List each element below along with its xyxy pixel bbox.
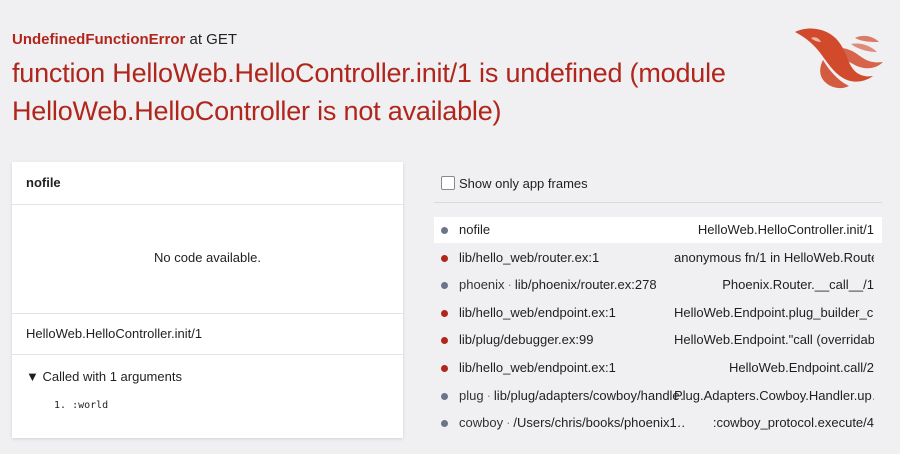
frame-separator: · <box>506 415 511 431</box>
argument-index: 1. <box>54 400 67 411</box>
error-message: function HelloWeb.HelloController.init/1… <box>12 58 726 126</box>
frame-location: lib/hello_web/endpoint.ex:1 <box>459 304 616 320</box>
frame-function: anonymous fn/1 in HelloWeb.Route… <box>674 249 874 265</box>
code-file-name: nofile <box>12 162 403 205</box>
frame-dot-icon <box>441 364 448 372</box>
frame-function: :cowboy_protocol.execute/4 <box>712 415 874 431</box>
frame-dot-icon <box>441 282 448 290</box>
arguments-section: ▼ Called with 1 arguments 1. :world <box>12 355 403 413</box>
show-app-frames-checkbox[interactable] <box>441 176 455 190</box>
arguments-toggle-label: Called with 1 arguments <box>42 369 182 384</box>
frame-location: lib/plug/debugger.ex:99 <box>459 332 594 348</box>
frame-function: HelloWeb.Endpoint.call/2 <box>728 359 874 375</box>
frame-function: Phoenix.Router.__call__/1 <box>722 277 874 293</box>
no-code-message: No code available. <box>12 205 403 314</box>
frame-function: HelloWeb.HelloController.init/1 <box>697 222 874 237</box>
frame-location: /Users/chris/books/phoenix1… <box>513 415 684 431</box>
frame-location: lib/hello_web/endpoint.ex:1 <box>459 359 616 375</box>
frame-function: HelloWeb.Endpoint."call (overridab… <box>674 332 874 348</box>
frame-separator: · <box>486 387 491 403</box>
frame-location: nofile <box>459 222 491 237</box>
show-app-frames-label: Show only app frames <box>459 175 588 191</box>
stack-frame[interactable]: cowboy ·/Users/chris/books/phoenix1… :cow… <box>434 410 882 436</box>
frame-dot-icon <box>441 227 448 234</box>
frame-dot-icon <box>441 337 448 345</box>
frame-list: nofile HelloWeb.HelloController.init/1 l… <box>434 217 882 436</box>
frame-app-name: plug <box>459 387 484 403</box>
frame-function: Plug.Adapters.Cowboy.Handler.up… <box>674 387 874 403</box>
frame-dot-icon <box>441 420 448 428</box>
error-header: UndefinedFunctionError at GET function H… <box>12 30 782 130</box>
frame-location: lib/phoenix/router.ex:278 <box>514 277 657 293</box>
triangle-down-icon: ▼ <box>26 369 39 384</box>
argument-value: :world <box>72 400 109 411</box>
arguments-list: 1. :world <box>26 399 389 413</box>
stack-frame[interactable]: lib/hello_web/endpoint.ex:1 HelloWeb.End… <box>434 300 882 326</box>
stack-frame[interactable]: lib/hello_web/router.ex:1 anonymous fn/1… <box>434 245 882 271</box>
frame-location: lib/hello_web/router.ex:1 <box>459 249 600 265</box>
stack-frame[interactable]: lib/hello_web/endpoint.ex:1 HelloWeb.End… <box>434 355 882 381</box>
phoenix-logo-icon <box>795 28 883 89</box>
stack-frame[interactable]: phoenix · lib/phoenix/router.ex:278 Phoeni… <box>434 272 882 298</box>
error-title-line: UndefinedFunctionError at GET <box>12 30 782 50</box>
stack-frame[interactable]: plug · lib/plug/adapters/cowboy/handle… Pl… <box>434 383 882 409</box>
stack-frames: Show only app frames nofile HelloWeb.Hel… <box>434 164 882 436</box>
request-method: at GET <box>189 31 238 48</box>
frame-app-name: phoenix <box>459 277 505 293</box>
stack-frame[interactable]: nofile HelloWeb.HelloController.init/1 <box>434 217 882 243</box>
stack-frame[interactable]: lib/plug/debugger.ex:99 HelloWeb.Endpoin… <box>434 327 882 353</box>
frame-dot-icon <box>441 309 448 317</box>
frame-function: HelloWeb.Endpoint.plug_builder_c… <box>674 304 874 320</box>
frame-separator: · <box>507 277 512 293</box>
error-page: UndefinedFunctionError at GET function H… <box>0 0 900 454</box>
frame-location: lib/plug/adapters/cowboy/handle… <box>493 387 684 403</box>
frame-dot-icon <box>441 254 448 262</box>
frame-dot-icon <box>441 392 448 400</box>
arguments-toggle[interactable]: ▼ Called with 1 arguments <box>26 369 389 385</box>
argument-item: 1. :world <box>54 399 389 413</box>
code-panel: nofile No code available. HelloWeb.Hello… <box>12 162 403 438</box>
frame-app-name: cowboy <box>459 415 504 431</box>
code-function-name: HelloWeb.HelloController.init/1 <box>12 314 403 355</box>
app-frames-filter[interactable]: Show only app frames <box>434 164 882 203</box>
error-type: UndefinedFunctionError <box>12 31 186 48</box>
